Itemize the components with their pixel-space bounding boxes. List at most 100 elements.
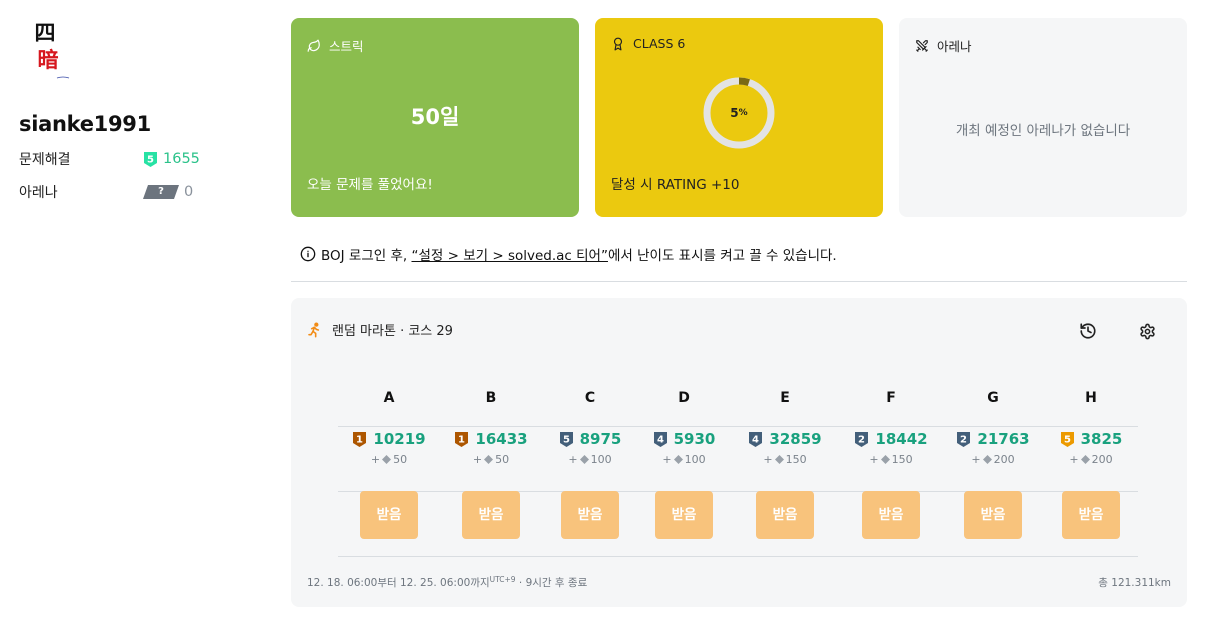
streak-card-header: 스트릭 xyxy=(307,36,364,55)
problem-id[interactable]: 8975 xyxy=(580,430,622,448)
problem-id[interactable]: 3825 xyxy=(1081,430,1123,448)
tier-badge-text: 5 xyxy=(563,434,570,445)
diamond-icon xyxy=(1080,455,1090,464)
problem-id[interactable]: 5930 xyxy=(674,430,716,448)
problem-link[interactable]: 5 3825 xyxy=(1051,430,1131,448)
claim-button[interactable]: 받음 xyxy=(756,491,814,539)
tier-badge-text: 2 xyxy=(858,434,865,445)
streak-message: 오늘 문제를 풀었어요! xyxy=(307,177,433,193)
points-value: 200 xyxy=(993,453,1015,466)
points-value: 150 xyxy=(785,453,807,466)
info-icon xyxy=(300,246,316,262)
class-percent-value: 5 xyxy=(730,106,739,120)
tier-badge-text: 4 xyxy=(752,434,759,445)
arena-title: 아레나 xyxy=(937,39,972,54)
problem-points: +150 xyxy=(851,453,931,466)
diamond-icon xyxy=(484,455,494,464)
class-card[interactable]: CLASS 6 5% 달성 시 RATING +10 xyxy=(595,18,883,217)
marathon-period-range: 12. 18. 06:00부터 12. 25. 06:00까지 xyxy=(307,577,490,589)
problem-link[interactable]: 2 18442 xyxy=(851,430,931,448)
problem-letter: B xyxy=(485,390,497,406)
marathon-problem-column: G 2 21763 +200 받음 xyxy=(953,380,1033,539)
arena-card[interactable]: 아레나 개최 예정인 아레나가 없습니다 xyxy=(899,18,1187,217)
class-card-header: CLASS 6 xyxy=(611,36,685,51)
tier-badge-icon: 1 xyxy=(353,431,367,447)
points-value: 100 xyxy=(684,453,706,466)
medal-icon xyxy=(613,37,623,50)
tier-display-notice: BOJ 로그인 후, “설정 > 보기 > solved.ac 티어”에서 난이… xyxy=(300,244,837,264)
problem-points: +200 xyxy=(1051,453,1131,466)
claim-button[interactable]: 받음 xyxy=(561,491,619,539)
problem-id[interactable]: 32859 xyxy=(769,430,821,448)
tier-badge-icon: 2 xyxy=(957,431,971,447)
streak-title: 스트릭 xyxy=(329,39,364,54)
problem-letter: H xyxy=(1085,390,1097,406)
claim-button[interactable]: 받음 xyxy=(1062,491,1120,539)
section-divider xyxy=(291,281,1187,282)
problem-letter: A xyxy=(383,390,395,406)
problem-id[interactable]: 10219 xyxy=(373,430,425,448)
avatar-char-2: 暗 xyxy=(38,47,59,72)
tier-badge-text: 2 xyxy=(960,434,967,445)
marathon-problem-column: H 5 3825 +200 받음 xyxy=(1051,380,1131,539)
problem-link[interactable]: 4 5930 xyxy=(644,430,724,448)
tier-badge-icon: 4 xyxy=(749,431,763,447)
settings-button[interactable] xyxy=(1136,320,1158,342)
points-value: 150 xyxy=(891,453,913,466)
problem-points: +50 xyxy=(349,453,429,466)
arena-tier-badge: ? xyxy=(143,185,179,199)
notice-prefix: BOJ 로그인 후, xyxy=(321,248,412,264)
claim-button[interactable]: 받음 xyxy=(862,491,920,539)
marathon-problem-column: D 4 5930 +100 받음 xyxy=(644,380,724,539)
marathon-period: 12. 18. 06:00부터 12. 25. 06:00까지UTC+9 · 9… xyxy=(307,575,587,590)
points-prefix: + xyxy=(971,453,981,466)
solved-count[interactable]: 1655 xyxy=(163,151,200,167)
marathon-distance: 총 121.311km xyxy=(1098,577,1171,589)
streak-days: 50일 xyxy=(410,105,460,129)
marathon-title: 랜덤 마라톤 · 코스 29 xyxy=(332,324,453,339)
grid-divider xyxy=(338,556,1138,557)
points-value: 200 xyxy=(1091,453,1113,466)
claim-button[interactable]: 받음 xyxy=(360,491,418,539)
notice-settings-link[interactable]: “설정 > 보기 > solved.ac 티어” xyxy=(411,248,607,264)
problem-link[interactable]: 1 16433 xyxy=(451,430,531,448)
points-value: 50 xyxy=(495,453,510,466)
points-value: 50 xyxy=(393,453,408,466)
streak-card[interactable]: 스트릭 50일 오늘 문제를 풀었어요! xyxy=(291,18,579,217)
marathon-header: 랜덤 마라톤 · 코스 29 xyxy=(307,320,453,339)
problem-points: +100 xyxy=(550,453,630,466)
problem-letter: G xyxy=(987,390,999,406)
arena-rating[interactable]: 0 xyxy=(184,184,193,200)
diamond-icon xyxy=(774,455,784,464)
class-reward: 달성 시 RATING +10 xyxy=(611,177,740,193)
marathon-remaining: · 9시간 후 종료 xyxy=(515,577,588,589)
claim-button[interactable]: 받음 xyxy=(964,491,1022,539)
problem-link[interactable]: 1 10219 xyxy=(349,430,429,448)
problem-id[interactable]: 21763 xyxy=(977,430,1029,448)
problem-id[interactable]: 16433 xyxy=(475,430,527,448)
points-value: 100 xyxy=(590,453,612,466)
marathon-problem-column: C 5 8975 +100 받음 xyxy=(550,380,630,539)
problem-link[interactable]: 5 8975 xyxy=(550,430,630,448)
points-prefix: + xyxy=(662,453,672,466)
tier-badge-text: 4 xyxy=(657,434,664,445)
problem-letter: E xyxy=(780,390,790,406)
problem-points: +200 xyxy=(953,453,1033,466)
claim-button[interactable]: 받음 xyxy=(462,491,520,539)
random-marathon-panel: 랜덤 마라톤 · 코스 29 A 1 10219 +50 받음 B 1 16433 +50 받음 C… xyxy=(291,298,1187,607)
profile-avatar[interactable]: 四 暗 xyxy=(19,18,73,84)
problem-id[interactable]: 18442 xyxy=(875,430,927,448)
running-person-icon xyxy=(308,322,320,337)
stat-arena-value: ? 0 xyxy=(143,184,193,200)
marathon-problem-column: F 2 18442 +150 받음 xyxy=(851,380,931,539)
tier-badge-text: 1 xyxy=(458,434,465,445)
claim-button[interactable]: 받음 xyxy=(655,491,713,539)
points-prefix: + xyxy=(869,453,879,466)
tier-badge-icon: 1 xyxy=(455,431,469,447)
swords-icon xyxy=(916,39,928,52)
history-button[interactable] xyxy=(1077,320,1099,342)
tier-badge-icon: 4 xyxy=(653,431,667,447)
username[interactable]: sianke1991 xyxy=(19,112,259,136)
problem-link[interactable]: 2 21763 xyxy=(953,430,1033,448)
problem-link[interactable]: 4 32859 xyxy=(745,430,825,448)
